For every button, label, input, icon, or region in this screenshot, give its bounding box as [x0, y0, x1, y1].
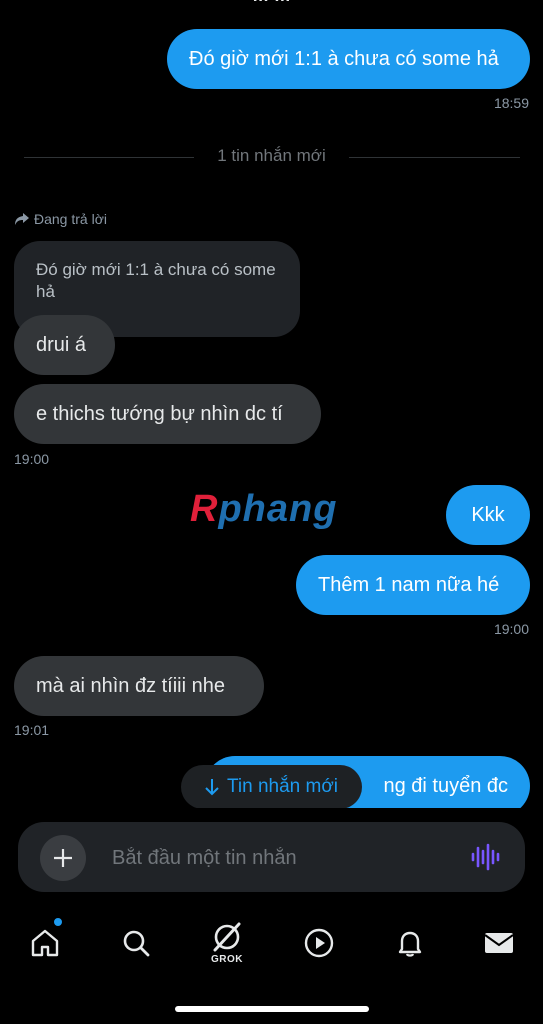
message-text: Thêm 1 nam nữa hé: [318, 574, 500, 596]
bell-icon: [398, 931, 422, 957]
home-indicator[interactable]: [175, 1006, 369, 1012]
quoted-message-text: Đó giờ mới 1:1 à chưa có some hả: [36, 260, 276, 301]
tab-grok-label: GROK: [211, 954, 243, 965]
tab-grok[interactable]: GROK: [205, 919, 249, 967]
message-timestamp: 19:00: [493, 621, 529, 637]
message-text: Kkk: [471, 504, 505, 526]
replying-to-label: Đang trả lời: [14, 211, 107, 227]
tab-messages[interactable]: [477, 919, 521, 967]
message-bubble-incoming[interactable]: mà ai nhìn đz tíiii nhe: [14, 656, 264, 716]
message-timestamp: 19:00: [14, 451, 50, 467]
home-icon: [31, 929, 59, 957]
new-messages-divider-line-right: [349, 157, 520, 158]
search-icon: [123, 930, 150, 957]
message-text: e thichs tướng bự nhìn dc tí: [36, 403, 283, 425]
message-bubble-incoming[interactable]: e thichs tướng bự nhìn dc tí: [14, 384, 321, 444]
tab-notifications[interactable]: [388, 919, 432, 967]
watermark-logo: Rphang: [190, 488, 338, 530]
message-composer: [18, 822, 525, 892]
envelope-icon: [484, 933, 514, 953]
tab-search[interactable]: [114, 919, 158, 967]
voice-waveform-icon[interactable]: [470, 842, 500, 872]
message-bubble-outgoing[interactable]: Thêm 1 nam nữa hé: [296, 555, 530, 615]
home-notification-badge: [53, 917, 63, 927]
plus-icon: [54, 849, 72, 867]
new-messages-divider-label: 1 tin nhắn mới: [217, 146, 326, 165]
grok-icon: [213, 922, 241, 952]
replying-to-text: Đang trả lời: [34, 211, 107, 227]
tab-video[interactable]: [297, 919, 341, 967]
new-messages-button[interactable]: Tin nhắn mới: [181, 765, 362, 809]
message-bubble-outgoing[interactable]: Đó giờ mới 1:1 à chưa có some hả: [167, 29, 530, 89]
message-input[interactable]: [112, 844, 452, 872]
message-bubble-outgoing[interactable]: Kkk: [446, 485, 530, 545]
reply-arrow-icon: [15, 213, 29, 225]
message-text: Đó giờ mới 1:1 à chưa có some hả: [189, 48, 499, 70]
play-icon: [304, 928, 334, 958]
new-messages-button-label: Tin nhắn mới: [226, 776, 339, 797]
add-attachment-button[interactable]: [40, 835, 86, 881]
message-timestamp: 18:59: [493, 95, 529, 111]
message-text: drui á: [36, 334, 87, 356]
message-timestamp: 19:01: [14, 722, 50, 738]
arrow-down-icon: [205, 779, 219, 796]
message-bubble-incoming[interactable]: drui á: [14, 315, 115, 375]
message-text: ng đi tuyển đc: [383, 775, 508, 797]
conversation-title-clipped: … …: [0, 0, 543, 6]
message-text: mà ai nhìn đz tíiii nhe: [36, 675, 225, 697]
